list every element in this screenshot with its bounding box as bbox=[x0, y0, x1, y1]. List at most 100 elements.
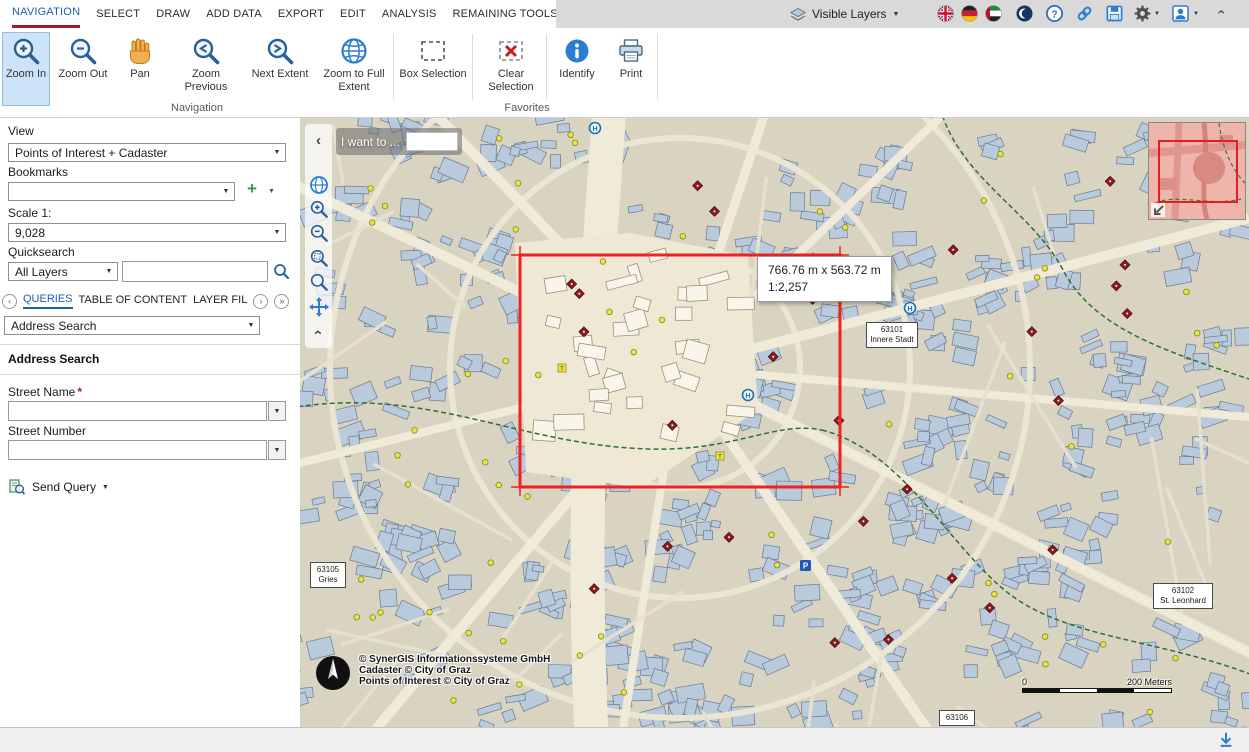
overview-map[interactable] bbox=[1148, 122, 1246, 220]
menu-tab-edit[interactable]: EDIT bbox=[340, 0, 366, 28]
tool-clear-selection[interactable]: Clear Selection bbox=[479, 32, 543, 106]
caret-down-icon[interactable]: ▼ bbox=[268, 440, 286, 460]
attribution-line2: Cadaster © City of Graz bbox=[359, 665, 471, 676]
send-query-label: Send Query bbox=[32, 480, 97, 494]
globe-icon bbox=[339, 36, 369, 66]
overview-extent-rectangle[interactable] bbox=[1158, 140, 1238, 203]
zoom-in-icon bbox=[11, 36, 41, 66]
tool-zoom-in[interactable]: Zoom In bbox=[2, 32, 50, 106]
add-bookmark-button[interactable]: + bbox=[243, 180, 261, 199]
visible-layers-dropdown[interactable]: Visible Layers ▼ bbox=[790, 0, 899, 28]
map-zoom-out-icon[interactable] bbox=[308, 222, 329, 243]
language-english-flag-icon[interactable] bbox=[937, 5, 954, 22]
menu-tab-select[interactable]: SELECT bbox=[96, 0, 140, 28]
map-globe-icon[interactable] bbox=[308, 174, 329, 195]
tool-pan[interactable]: Pan bbox=[116, 32, 164, 106]
overview-collapse-icon[interactable] bbox=[1151, 203, 1165, 217]
svg-text:?: ? bbox=[1051, 9, 1057, 20]
map-zoom-window-icon[interactable] bbox=[308, 247, 329, 268]
tool-box-selection[interactable]: Box Selection bbox=[397, 32, 469, 106]
bookmarks-select[interactable]: ▼ bbox=[8, 182, 235, 201]
left-panel: View Points of Interest + Cadaster ▼ Boo… bbox=[0, 118, 300, 727]
tab-scroll-right-icon[interactable]: › bbox=[253, 293, 269, 309]
tab-layer-filter[interactable]: LAYER FIL bbox=[193, 294, 247, 308]
night-mode-moon-icon[interactable] bbox=[1016, 5, 1033, 22]
language-arabic-flag-icon[interactable] bbox=[985, 5, 1002, 22]
required-asterisk: * bbox=[77, 385, 83, 399]
tool-identify[interactable]: Identify bbox=[552, 32, 602, 106]
printer-icon bbox=[616, 36, 646, 66]
map-pan-move-icon[interactable] bbox=[308, 296, 329, 317]
help-icon[interactable]: ? bbox=[1046, 5, 1063, 22]
language-german-flag-icon[interactable] bbox=[961, 5, 978, 22]
tool-zoom-full-extent[interactable]: Zoom to Full Extent bbox=[318, 32, 390, 106]
bookmarks-label: Bookmarks bbox=[8, 165, 69, 179]
i-want-to-input[interactable] bbox=[405, 132, 458, 151]
share-link-icon[interactable] bbox=[1076, 5, 1093, 22]
search-icon[interactable] bbox=[273, 263, 290, 280]
bookmark-options-caret-icon[interactable]: ▼ bbox=[268, 188, 275, 195]
menu-tab-analysis[interactable]: ANALYSIS bbox=[382, 0, 437, 28]
scalebar-start-label: 0 bbox=[1022, 677, 1028, 687]
caret-down-icon: ▼ bbox=[892, 10, 900, 18]
north-arrow-compass-icon bbox=[316, 656, 350, 690]
menu-tab-remaining-tools[interactable]: REMAINING TOOLS bbox=[453, 0, 558, 28]
tool-next-extent[interactable]: Next Extent bbox=[247, 32, 313, 106]
menu-tab-add-data[interactable]: ADD DATA bbox=[206, 0, 262, 28]
tool-zoom-previous[interactable]: Zoom Previous bbox=[176, 32, 236, 106]
district-label-gries: 63105 Gries bbox=[310, 562, 346, 588]
svg-text:H: H bbox=[592, 126, 597, 133]
map-canvas[interactable]: HHHPTT ‹ ‹ I want to ... 766.76 m x 563.… bbox=[300, 118, 1249, 727]
zoom-out-icon bbox=[68, 36, 98, 66]
menu-tab-export[interactable]: EXPORT bbox=[278, 0, 324, 28]
pan-hand-icon bbox=[125, 36, 155, 66]
measure-tooltip: 766.76 m x 563.72 m 1:2,257 bbox=[757, 256, 892, 302]
sidebar-tab-bar: ‹ QUERIES TABLE OF CONTENT LAYER FIL › » bbox=[2, 290, 298, 312]
district-code: 63102 bbox=[1171, 586, 1195, 595]
street-name-label-text: Street Name bbox=[8, 385, 76, 399]
caret-down-icon: ▼ bbox=[273, 229, 281, 236]
collapse-sidebar-icon[interactable]: ‹ bbox=[308, 130, 329, 151]
toolbar-collapse-up-icon[interactable]: ‹ bbox=[308, 322, 329, 343]
caret-down-icon: ▼ bbox=[222, 188, 230, 195]
tab-queries[interactable]: QUERIES bbox=[23, 293, 73, 309]
scale-label: Scale 1: bbox=[8, 206, 52, 220]
tab-overflow-icon[interactable]: » bbox=[274, 293, 290, 309]
map-zoom-extent-icon[interactable] bbox=[308, 271, 329, 292]
download-icon[interactable] bbox=[1217, 731, 1235, 749]
save-icon[interactable] bbox=[1106, 5, 1123, 22]
user-account-icon[interactable] bbox=[1172, 5, 1189, 22]
quicksearch-layer-select[interactable]: All Layers ▼ bbox=[8, 262, 118, 281]
caret-down-icon[interactable]: ▼ bbox=[268, 401, 286, 421]
tool-print[interactable]: Print bbox=[611, 32, 651, 106]
send-query-button[interactable]: Send Query ▼ bbox=[8, 478, 109, 496]
quicksearch-input[interactable] bbox=[122, 261, 268, 282]
user-caret-icon[interactable]: ▼ bbox=[1193, 11, 1199, 17]
street-number-combo[interactable]: ▼ bbox=[8, 440, 286, 460]
send-query-caret-icon[interactable]: ▼ bbox=[102, 484, 109, 491]
settings-caret-icon[interactable]: ▼ bbox=[1154, 11, 1160, 17]
settings-gear-icon[interactable] bbox=[1134, 5, 1151, 22]
menu-tab-draw[interactable]: DRAW bbox=[156, 0, 190, 28]
bottom-status-bar bbox=[0, 727, 1249, 752]
scale-select[interactable]: 9,028 ▼ bbox=[8, 223, 286, 242]
address-search-heading: Address Search bbox=[8, 352, 100, 366]
map-zoom-in-icon[interactable] bbox=[308, 198, 329, 219]
street-name-combo[interactable]: ▼ bbox=[8, 401, 286, 421]
street-number-input[interactable] bbox=[8, 440, 267, 460]
ribbon-separator bbox=[472, 34, 473, 100]
collapse-ribbon-icon[interactable]: ‹ bbox=[1214, 10, 1230, 15]
tool-label: Next Extent bbox=[251, 68, 309, 80]
layers-icon bbox=[790, 7, 806, 21]
street-name-input[interactable] bbox=[8, 401, 267, 421]
menu-tab-navigation[interactable]: NAVIGATION bbox=[12, 0, 81, 28]
view-select[interactable]: Points of Interest + Cadaster ▼ bbox=[8, 143, 286, 162]
attribution-line1: © SynerGIS Informationssysteme GmbH bbox=[359, 654, 551, 665]
district-code: 63105 bbox=[316, 565, 340, 574]
divider bbox=[0, 344, 300, 345]
tool-label: Zoom Out bbox=[58, 68, 108, 80]
tab-table-of-content[interactable]: TABLE OF CONTENT bbox=[79, 294, 188, 308]
query-type-select[interactable]: Address Search ▼ bbox=[4, 316, 260, 335]
tab-scroll-left-icon[interactable]: ‹ bbox=[2, 293, 17, 309]
tool-zoom-out[interactable]: Zoom Out bbox=[55, 32, 111, 106]
